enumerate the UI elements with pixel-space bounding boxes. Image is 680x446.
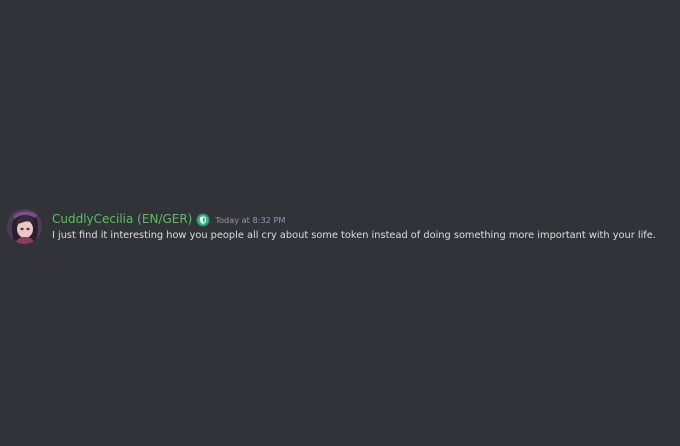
username[interactable]: CuddlyCecilia (EN/GER)	[52, 212, 192, 226]
message-header: CuddlyCecilia (EN/GER) Today at 8:32 PM	[52, 210, 285, 228]
shield-icon[interactable]	[196, 212, 210, 227]
chat-view: CuddlyCecilia (EN/GER) Today at 8:32 PM …	[0, 0, 680, 446]
message-content: I just find it interesting how you peopl…	[52, 230, 656, 241]
avatar[interactable]	[7, 209, 42, 244]
chat-message[interactable]: CuddlyCecilia (EN/GER) Today at 8:32 PM …	[0, 205, 680, 255]
message-timestamp: Today at 8:32 PM	[215, 215, 286, 225]
